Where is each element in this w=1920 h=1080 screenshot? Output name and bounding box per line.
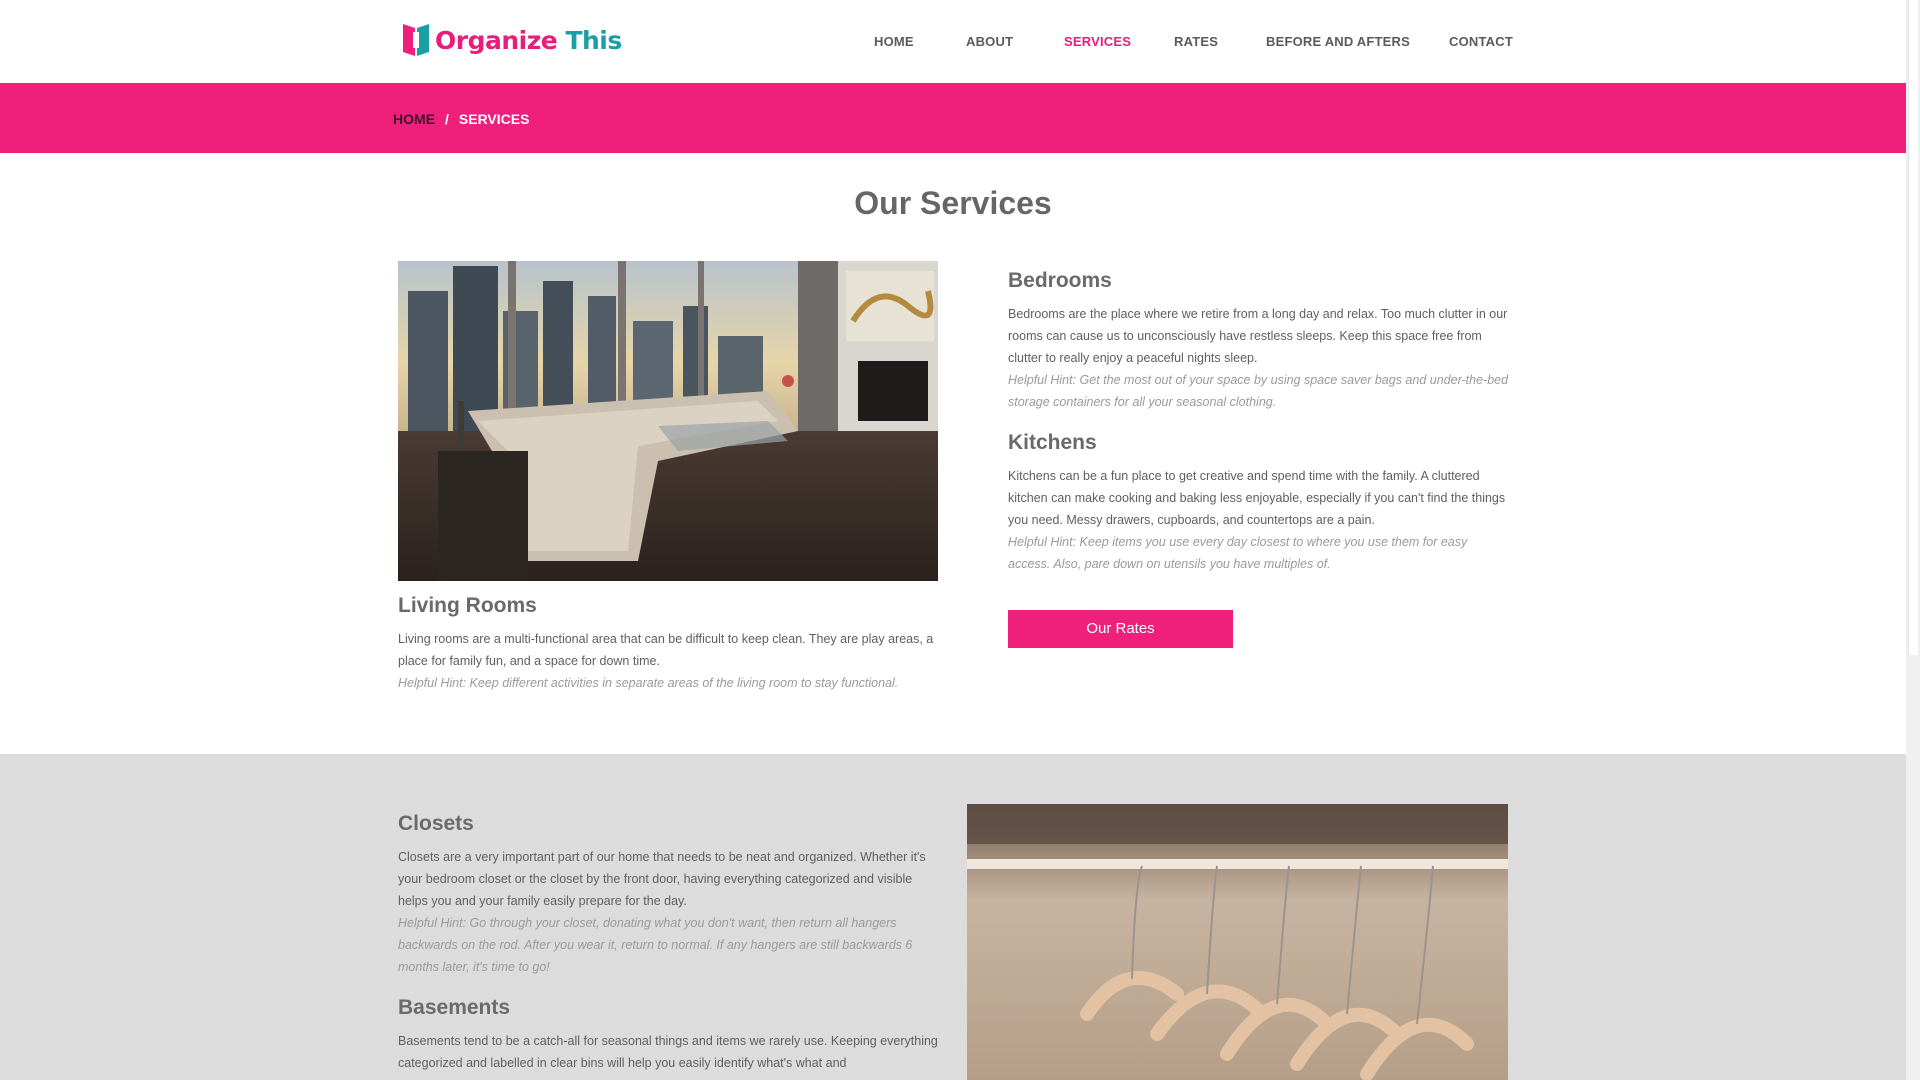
kitchens-heading: Kitchens <box>1008 431 1097 454</box>
kitchens-text: Kitchens can be a fun place to get creat… <box>1008 469 1506 527</box>
scrollbar-thumb[interactable] <box>1908 0 1918 655</box>
breadcrumb: HOME / SERVICES <box>393 111 529 127</box>
living-rooms-heading: Living Rooms <box>398 594 537 617</box>
bedrooms-heading: Bedrooms <box>1008 269 1112 292</box>
breadcrumb-separator: / <box>445 111 449 127</box>
nav-item-home[interactable]: HOME <box>874 34 914 49</box>
secondary-services-section <box>0 754 1906 1080</box>
kitchens-hint: Helpful Hint: Keep items you use every d… <box>1008 535 1468 571</box>
breadcrumb-band: HOME / SERVICES <box>0 83 1906 153</box>
our-rates-button[interactable]: Our Rates <box>1008 610 1233 648</box>
nav-item-contact[interactable]: CONTACT <box>1449 34 1513 49</box>
site-header: Organize This HOME ABOUT SERVICES RATES … <box>0 0 1906 83</box>
living-rooms-hint: Helpful Hint: Keep different activities … <box>398 676 899 690</box>
main-nav: HOME ABOUT SERVICES RATES BEFORE AND AFT… <box>0 34 1906 54</box>
nav-item-rates[interactable]: RATES <box>1174 34 1218 49</box>
basements-heading: Basements <box>398 996 511 1019</box>
closets-text: Closets are a very important part of our… <box>398 850 926 908</box>
living-room-photo <box>398 261 938 581</box>
basements-text: Basements tend to be a catch-all for sea… <box>398 1034 938 1070</box>
bedrooms-text: Bedrooms are the place where we retire f… <box>1008 307 1508 365</box>
closets-hint: Helpful Hint: Go through your closet, do… <box>398 916 913 974</box>
living-rooms-text: Living rooms are a multi-functional area… <box>398 632 934 668</box>
nav-item-before-and-afters[interactable]: BEFORE AND AFTERS <box>1266 34 1410 49</box>
nav-item-services[interactable]: SERVICES <box>1064 34 1131 49</box>
nav-item-about[interactable]: ABOUT <box>966 34 1013 49</box>
closet-hangers-photo <box>967 804 1508 1080</box>
breadcrumb-home-link[interactable]: HOME <box>393 111 435 127</box>
page-title: Our Services <box>854 185 1052 221</box>
breadcrumb-current: SERVICES <box>458 111 530 127</box>
bedrooms-hint: Helpful Hint: Get the most out of your s… <box>1008 373 1509 409</box>
closets-heading: Closets <box>398 812 474 835</box>
